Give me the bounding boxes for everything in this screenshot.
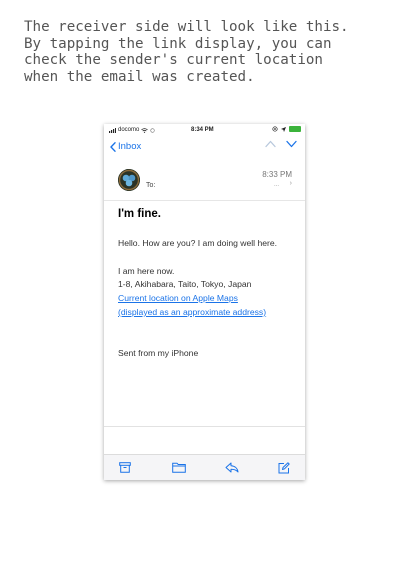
bottom-toolbar <box>104 454 305 480</box>
maps-link-note[interactable]: (displayed as an approximate address) <box>118 306 298 320</box>
status-right <box>272 126 301 132</box>
message-header: To: 8:33 PM ... › <box>104 162 305 201</box>
archive-icon[interactable] <box>119 462 131 473</box>
back-label: Inbox <box>118 141 142 152</box>
to-label: To: <box>146 182 156 189</box>
carrier-label: docomo <box>118 127 140 133</box>
avatar[interactable] <box>118 169 140 191</box>
maps-link[interactable]: Current location on Apple Maps <box>118 292 298 306</box>
greeting-text: Hello. How are you? I am doing well here… <box>118 238 278 248</box>
message-body: Hello. How are you? I am doing well here… <box>118 237 298 361</box>
location-arrow-icon <box>281 126 286 132</box>
status-bar: docomo 8:34 PM <box>104 124 305 137</box>
message-time: 8:33 PM <box>262 170 292 179</box>
message-subject: I'm fine. <box>118 208 161 220</box>
back-to-inbox-button[interactable]: Inbox <box>110 141 141 152</box>
chevron-right-icon[interactable]: › <box>290 180 292 187</box>
reply-icon[interactable] <box>225 462 239 473</box>
phone-screenshot: docomo 8:34 PM Inbox To: 8:33 PM ... › I… <box>104 124 305 480</box>
caption-line: check the sender's current location <box>24 52 323 69</box>
caption-line: when the email was created. <box>24 68 255 85</box>
folder-icon[interactable] <box>172 462 186 473</box>
divider <box>104 426 305 427</box>
compose-icon[interactable] <box>278 462 290 474</box>
caption-line: The receiver side will look like this. <box>24 19 349 35</box>
caption: The receiver side will look like this. B… <box>24 19 384 85</box>
sync-icon <box>150 127 155 133</box>
status-left: docomo <box>109 127 155 133</box>
nav-bar: Inbox <box>104 137 305 159</box>
address-text: 1-8, Akihabara, Taito, Tokyo, Japan <box>118 279 252 290</box>
down-arrow-icon[interactable] <box>286 140 297 148</box>
caption-line: By tapping the link display, you can <box>24 35 332 52</box>
here-text: I am here now. <box>118 265 175 276</box>
up-arrow-icon[interactable] <box>265 140 276 148</box>
battery-icon <box>289 126 301 132</box>
lock-rotation-icon <box>272 126 278 132</box>
back-chevron-icon <box>110 141 116 152</box>
more-details-button[interactable]: ... <box>274 182 279 188</box>
status-time: 8:34 PM <box>191 127 214 133</box>
wifi-icon <box>141 127 149 133</box>
signature-text: Sent from my iPhone <box>118 348 199 359</box>
message-nav <box>265 140 297 148</box>
signal-icon <box>109 127 116 133</box>
